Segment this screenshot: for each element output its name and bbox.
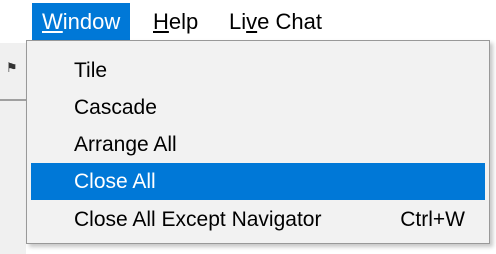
menu-help[interactable]: Help — [143, 3, 208, 40]
menu-help-accel: H — [153, 9, 169, 34]
background-window-strip: ⚑ — [0, 43, 26, 254]
menu-window-label: indow — [62, 9, 121, 34]
menu-live-chat[interactable]: Live Chat — [219, 3, 332, 40]
window-menu-dropdown: Tile Cascade Arrange All Close All Close… — [26, 40, 490, 244]
menu-help-label: elp — [168, 9, 199, 34]
menu-item-close-all[interactable]: Close All — [31, 163, 485, 200]
toolbar-divider — [0, 99, 26, 101]
menu-item-arrange-all[interactable]: Arrange All — [31, 126, 485, 163]
menu-item-close-all-except-navigator-label: Close All Except Navigator — [74, 208, 322, 231]
menu-item-tile[interactable]: Tile — [31, 52, 485, 89]
menu-window-accel: W — [42, 9, 63, 34]
menu-live-chat-accel: v — [246, 9, 258, 34]
menu-item-cascade[interactable]: Cascade — [31, 89, 485, 126]
application-screen: Window Help Live Chat ⚑ Tile Cascade Arr… — [0, 0, 496, 254]
menu-window[interactable]: Window — [32, 3, 131, 40]
menu-item-arrange-all-label: Arrange All — [74, 133, 177, 156]
menu-item-cascade-label: Cascade — [74, 96, 157, 119]
menu-live-chat-label: e Chat — [257, 9, 322, 34]
menu-live-chat-pre: Li — [229, 9, 247, 34]
menu-item-tile-label: Tile — [74, 59, 108, 82]
menu-item-close-all-except-navigator[interactable]: Close All Except Navigator Ctrl+W — [31, 201, 485, 238]
menu-bar: Window Help Live Chat — [0, 0, 496, 43]
menu-item-close-all-label: Close All — [74, 170, 156, 193]
menu-item-shortcut: Ctrl+W — [400, 208, 465, 231]
toolbar-icon: ⚑ — [6, 60, 18, 75]
